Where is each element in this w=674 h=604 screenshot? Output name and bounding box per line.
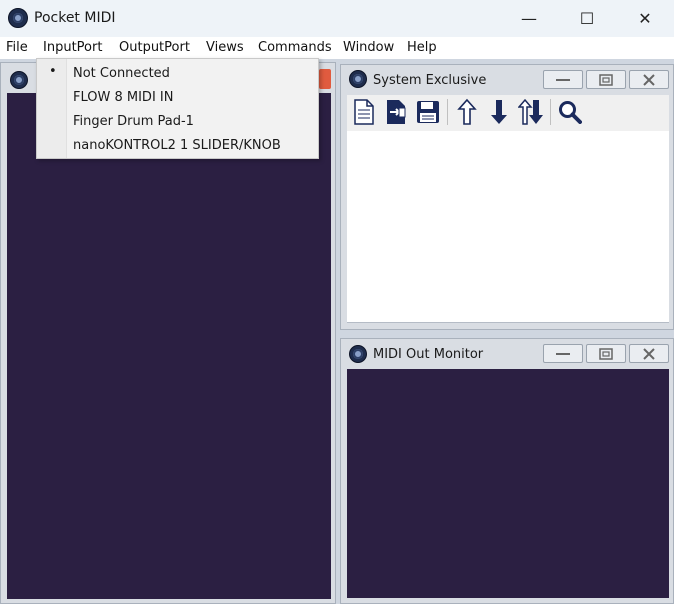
sysex-data-view[interactable] <box>347 131 669 323</box>
new-document-icon <box>354 99 374 125</box>
send-up-arrow-icon <box>457 98 477 125</box>
midi-out-monitor-view[interactable] <box>347 369 669 598</box>
maximize-button[interactable]: ☐ <box>558 0 616 37</box>
midi-connector-icon <box>10 71 28 89</box>
window-caption[interactable]: MIDI Out Monitor <box>341 339 673 367</box>
minimize-icon: — <box>521 9 537 28</box>
inputport-option-not-connected[interactable]: • Not Connected <box>37 61 318 85</box>
menu-views[interactable]: Views <box>206 40 244 55</box>
menu-file[interactable]: File <box>6 40 28 55</box>
send-receive-arrows-icon <box>518 98 543 125</box>
menu-window[interactable]: Window <box>343 40 394 55</box>
inputport-option-nanokontrol2[interactable]: nanoKONTROL2 1 SLIDER/KNOB <box>37 133 318 157</box>
menu-outputport[interactable]: OutputPort <box>119 40 190 55</box>
save-button[interactable] <box>414 97 442 127</box>
send-sysex-button[interactable] <box>453 97 481 127</box>
sysex-toolbar <box>347 95 669 131</box>
menu-item-label: nanoKONTROL2 1 SLIDER/KNOB <box>73 138 281 153</box>
window-minimize-button[interactable] <box>543 70 583 89</box>
inputport-option-finger-drum-pad[interactable]: Finger Drum Pad-1 <box>37 109 318 133</box>
menu-inputport[interactable]: InputPort <box>43 40 102 55</box>
menu-help[interactable]: Help <box>407 40 437 55</box>
minimize-icon <box>556 352 570 355</box>
receive-sysex-button[interactable] <box>485 97 513 127</box>
title-bar: Pocket MIDI — ☐ ✕ <box>0 0 674 37</box>
close-icon <box>643 347 655 360</box>
window-close-button[interactable] <box>629 344 669 363</box>
save-icon <box>417 101 439 123</box>
send-receive-button[interactable] <box>517 97 545 127</box>
receive-down-arrow-icon <box>491 100 507 124</box>
window-close-button[interactable] <box>319 69 331 89</box>
window-title: System Exclusive <box>373 73 487 88</box>
menu-commands[interactable]: Commands <box>258 40 332 55</box>
search-icon <box>559 101 582 124</box>
open-file-icon <box>387 100 406 124</box>
toolbar-separator <box>550 99 551 125</box>
midi-connector-icon <box>349 70 367 88</box>
window-restore-button[interactable] <box>586 70 626 89</box>
window-caption[interactable]: System Exclusive <box>341 65 673 93</box>
midi-connector-icon <box>349 345 367 363</box>
close-icon <box>643 73 655 86</box>
window-minimize-button[interactable] <box>543 344 583 363</box>
app-title: Pocket MIDI <box>34 10 116 26</box>
window-restore-button[interactable] <box>586 344 626 363</box>
close-button[interactable]: ✕ <box>616 0 674 37</box>
search-button[interactable] <box>556 97 584 127</box>
system-exclusive-window[interactable]: System Exclusive <box>340 64 674 330</box>
open-file-button[interactable] <box>382 97 410 127</box>
close-icon: ✕ <box>638 9 652 28</box>
menu-bar: File InputPort OutputPort Views Commands… <box>0 37 674 59</box>
maximize-icon: ☐ <box>579 9 595 28</box>
selected-bullet-icon: • <box>49 64 57 79</box>
midi-out-monitor-window[interactable]: MIDI Out Monitor <box>340 338 674 604</box>
window-close-button[interactable] <box>629 70 669 89</box>
toolbar-separator <box>447 99 448 125</box>
window-title: MIDI Out Monitor <box>373 347 484 362</box>
midi-connector-app-icon <box>8 8 28 28</box>
restore-icon <box>599 347 613 360</box>
new-document-button[interactable] <box>350 97 378 127</box>
menu-item-label: FLOW 8 MIDI IN <box>73 90 174 105</box>
menu-item-label: Not Connected <box>73 66 170 81</box>
minimize-icon <box>556 78 570 81</box>
midi-in-monitor-view[interactable] <box>7 93 331 599</box>
restore-icon <box>599 73 613 86</box>
minimize-button[interactable]: — <box>500 0 558 37</box>
inputport-option-flow8[interactable]: FLOW 8 MIDI IN <box>37 85 318 109</box>
inputport-dropdown-menu: • Not Connected FLOW 8 MIDI IN Finger Dr… <box>36 58 319 159</box>
menu-item-label: Finger Drum Pad-1 <box>73 114 194 129</box>
